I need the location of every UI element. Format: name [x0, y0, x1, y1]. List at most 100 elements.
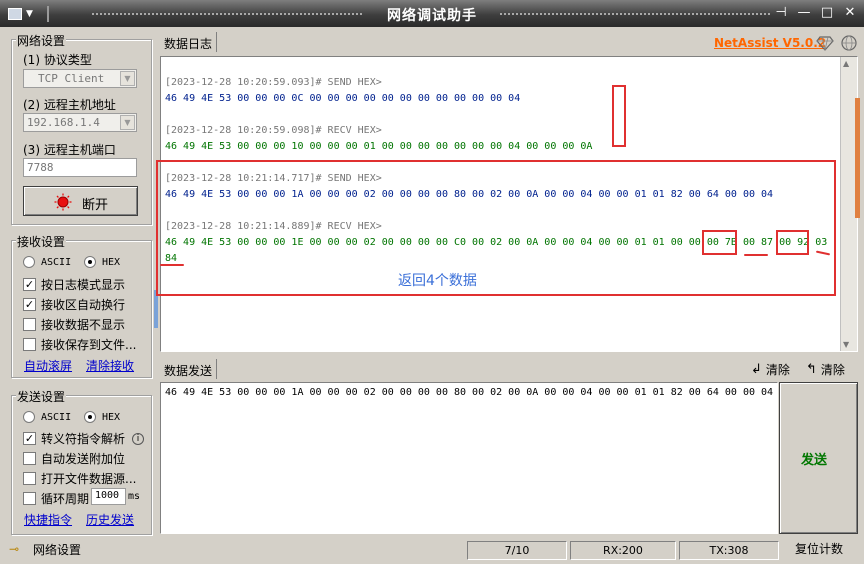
radio-icon	[23, 256, 35, 268]
save-to-file-checkbox[interactable]: 接收保存到文件...	[23, 336, 136, 353]
save-to-file-label: 接收保存到文件...	[41, 338, 137, 352]
send-input[interactable]: 46 49 4E 53 00 00 00 1A 00 00 00 02 00 0…	[160, 382, 778, 534]
send-hex-radio[interactable]: HEX	[84, 411, 120, 423]
send-hex-label: HEX	[102, 411, 121, 423]
receive-hex-radio[interactable]: HEX	[84, 256, 120, 268]
undo-arrow-icon: ↲	[751, 362, 762, 377]
hide-receive-label: 接收数据不显示	[41, 318, 126, 332]
scroll-down-icon[interactable]: ▼	[843, 340, 849, 349]
history-link[interactable]: 历史发送	[86, 511, 134, 528]
protocol-label: (1) 协议类型	[23, 53, 92, 67]
period-value: 1000	[95, 490, 120, 501]
send-content: 46 49 4E 53 00 00 00 1A 00 00 00 02 00 0…	[165, 387, 774, 398]
clear-receive-link[interactable]: 清除接收	[86, 357, 134, 374]
port-value: 7788	[27, 161, 54, 174]
highlight-box	[776, 230, 809, 255]
checkbox-empty-icon	[23, 338, 36, 351]
log-line: 46 49 4E 53 00 00 00 0C 00 00 00 00 00 0…	[165, 93, 521, 104]
netassist-window: ▼ 网络调试助手 ⊣ — □ ✕ 网络设置 (1) 协议类型 TCP Clien…	[0, 0, 864, 564]
checkbox-empty-icon	[23, 452, 36, 465]
log-line: [2023-12-28 10:20:59.093]# SEND HEX>	[165, 77, 382, 88]
loop-period-checkbox[interactable]: 循环周期	[23, 490, 89, 507]
host-select[interactable]: 192.168.1.4 ▼	[23, 113, 137, 132]
checkbox-empty-icon	[23, 492, 36, 505]
auto-append-checkbox[interactable]: 自动发送附加位	[23, 450, 125, 467]
log-line: [2023-12-28 10:20:59.098]# RECV HEX>	[165, 125, 382, 136]
window-title: 网络调试助手	[387, 8, 477, 24]
send-settings-title: 发送设置	[16, 388, 67, 405]
auto-append-label: 自动发送附加位	[41, 452, 126, 466]
check-icon: ✓	[23, 432, 36, 445]
highlight-box	[156, 160, 836, 296]
checkbox-empty-icon	[23, 318, 36, 331]
diamond-icon[interactable]	[816, 35, 834, 51]
escape-parse-checkbox[interactable]: ✓ 转义符指令解析 i	[23, 430, 145, 447]
status-bar: ⊸ 网络设置 7/10 RX:200 TX:308 复位计数	[0, 537, 864, 564]
protocol-value: TCP Client	[38, 72, 105, 85]
disconnect-label: 断开	[82, 198, 109, 213]
status-count: 7/10	[467, 541, 567, 560]
chevron-down-icon[interactable]: ▼	[120, 115, 135, 130]
checkbox-empty-icon	[23, 472, 36, 485]
receive-settings-title: 接收设置	[16, 233, 67, 250]
send-button[interactable]: 发送	[779, 382, 858, 534]
send-ascii-label: ASCII	[41, 411, 72, 423]
clear-all-label: 清除	[820, 363, 845, 377]
protocol-select[interactable]: TCP Client ▼	[23, 69, 137, 88]
log-mode-checkbox[interactable]: ✓ 按日志模式显示	[23, 276, 125, 293]
receive-ascii-label: ASCII	[41, 256, 72, 268]
title-bar: ▼ 网络调试助手 ⊣ — □ ✕	[0, 0, 864, 27]
close-button[interactable]: ✕	[842, 5, 858, 20]
plug-icon: ⊸	[9, 542, 20, 556]
clear-all-button[interactable]: ↰ 清除	[806, 361, 845, 378]
log-line: 46 49 4E 53 00 00 00 10 00 00 00 01 00 0…	[165, 141, 593, 152]
highlight-box	[612, 85, 626, 147]
send-label: 发送	[801, 453, 828, 468]
hide-receive-checkbox[interactable]: 接收数据不显示	[23, 316, 125, 333]
highlight-underline	[160, 264, 184, 266]
host-value: 192.168.1.4	[27, 116, 100, 129]
highlight-underline	[744, 254, 768, 256]
auto-scroll-link[interactable]: 自动滚屏	[24, 357, 72, 374]
pin-icon[interactable]: ⊣	[773, 5, 789, 20]
receive-ascii-radio[interactable]: ASCII	[23, 256, 71, 268]
side-accent	[855, 98, 860, 218]
info-icon[interactable]: i	[132, 432, 145, 445]
shortcut-link[interactable]: 快捷指令	[24, 511, 72, 528]
check-icon: ✓	[23, 278, 36, 291]
tab-data-send[interactable]: 数据发送	[160, 359, 218, 379]
network-settings-title: 网络设置	[16, 32, 67, 49]
clear-send-label: 清除	[765, 363, 790, 377]
tab-data-log[interactable]: 数据日志	[160, 32, 218, 52]
chevron-down-icon[interactable]: ▼	[120, 71, 135, 86]
loop-period-label: 循环周期	[41, 492, 90, 506]
send-ascii-radio[interactable]: ASCII	[23, 411, 71, 423]
auto-wrap-checkbox[interactable]: ✓ 接收区自动换行	[23, 296, 125, 313]
host-label: (2) 远程主机地址	[23, 98, 116, 112]
period-input[interactable]: 1000	[91, 488, 126, 505]
brand-link[interactable]: NetAssist V5.0.2	[714, 36, 826, 50]
check-icon: ✓	[23, 298, 36, 311]
escape-parse-label: 转义符指令解析	[41, 432, 126, 446]
port-input[interactable]: 7788	[23, 158, 137, 177]
radio-icon	[84, 256, 96, 268]
minimize-button[interactable]: —	[796, 5, 812, 20]
file-source-label: 打开文件数据源...	[41, 472, 137, 486]
disconnect-button[interactable]: 断开	[23, 186, 138, 216]
globe-icon[interactable]	[840, 34, 858, 52]
scroll-up-icon[interactable]: ▲	[843, 59, 849, 68]
auto-wrap-label: 接收区自动换行	[41, 298, 126, 312]
radio-icon	[23, 411, 35, 423]
status-label: 网络设置	[33, 543, 82, 557]
radio-icon	[84, 411, 96, 423]
highlight-box	[702, 230, 737, 255]
status-rx: RX:200	[570, 541, 676, 560]
reset-count-button[interactable]: 复位计数	[783, 541, 855, 560]
log-mode-label: 按日志模式显示	[41, 278, 126, 292]
up-arrow-icon: ↰	[806, 362, 817, 377]
clear-send-button[interactable]: ↲ 清除	[751, 361, 790, 378]
file-source-checkbox[interactable]: 打开文件数据源...	[23, 470, 136, 487]
period-unit: ms	[128, 491, 141, 502]
maximize-button[interactable]: □	[819, 5, 835, 20]
